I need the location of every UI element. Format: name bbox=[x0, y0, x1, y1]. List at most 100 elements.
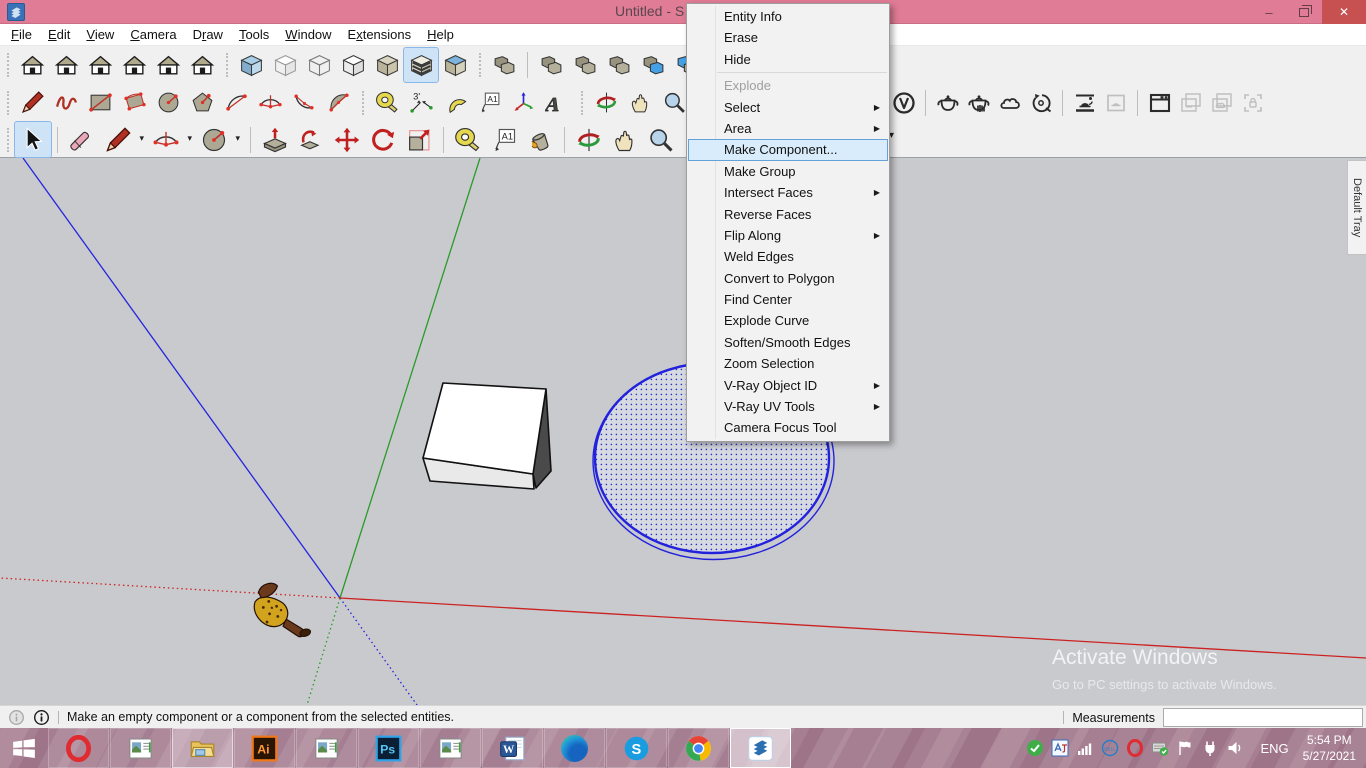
context-item-make-group[interactable]: Make Group bbox=[688, 161, 888, 182]
context-item-v-ray-object-id[interactable]: V-Ray Object ID▶ bbox=[688, 375, 888, 396]
context-item-make-component[interactable]: Make Component... bbox=[688, 139, 888, 160]
follow-me-tool-icon[interactable] bbox=[293, 122, 329, 157]
context-item-erase[interactable]: Erase bbox=[688, 27, 888, 48]
ime-language-icon[interactable] bbox=[1051, 739, 1069, 757]
pie-tool-icon[interactable] bbox=[321, 86, 355, 120]
solid-trim-icon[interactable] bbox=[636, 48, 670, 82]
taskbar-chrome[interactable] bbox=[668, 728, 729, 768]
context-item-explode[interactable]: Explode bbox=[688, 75, 888, 96]
vray-interactive-render-icon[interactable] bbox=[963, 86, 994, 120]
taskbar-illustrator[interactable]: Ai bbox=[234, 728, 295, 768]
measurements-input[interactable] bbox=[1163, 708, 1363, 727]
context-item-camera-focus-tool[interactable]: Camera Focus Tool bbox=[688, 417, 888, 438]
restore-button[interactable] bbox=[1286, 0, 1322, 24]
solid-subtract-icon[interactable] bbox=[602, 48, 636, 82]
vray-viewport-render-icon[interactable] bbox=[1069, 86, 1100, 120]
context-item-soften-smooth-edges[interactable]: Soften/Smooth Edges bbox=[688, 332, 888, 353]
taskbar-sketchup[interactable] bbox=[730, 728, 791, 768]
freehand-tool-icon[interactable] bbox=[49, 86, 83, 120]
zoom-tool-2-icon[interactable] bbox=[643, 122, 679, 157]
taskbar-edge[interactable] bbox=[544, 728, 605, 768]
select-tool-icon[interactable] bbox=[15, 122, 51, 157]
view-top-icon[interactable] bbox=[49, 48, 83, 82]
style-hidden-line-icon[interactable] bbox=[336, 48, 370, 82]
dell-support-icon[interactable]: DELL bbox=[1101, 739, 1119, 757]
context-item-hide[interactable]: Hide bbox=[688, 49, 888, 70]
taskbar-word[interactable]: W bbox=[482, 728, 543, 768]
context-item-flip-along[interactable]: Flip Along▶ bbox=[688, 225, 888, 246]
toolbar-grip[interactable] bbox=[7, 128, 9, 152]
style-shaded-icon[interactable] bbox=[370, 48, 404, 82]
arc-tools-menu-icon[interactable]: ▾ bbox=[148, 122, 184, 157]
3d-text-tool-icon[interactable] bbox=[540, 86, 574, 120]
rotate-tool-icon[interactable] bbox=[365, 122, 401, 157]
menu-edit[interactable]: Edit bbox=[40, 24, 78, 46]
orbit-tool-2-icon[interactable] bbox=[571, 122, 607, 157]
default-tray-tab[interactable]: Default Tray bbox=[1347, 160, 1366, 255]
solid-outer-shell-icon[interactable] bbox=[487, 48, 521, 82]
taskbar-opera[interactable] bbox=[48, 728, 109, 768]
credits-info-icon[interactable] bbox=[33, 709, 50, 726]
context-item-zoom-selection[interactable]: Zoom Selection bbox=[688, 353, 888, 374]
context-item-entity-info[interactable]: Entity Info bbox=[688, 6, 888, 27]
view-iso-icon[interactable] bbox=[15, 48, 49, 82]
vray-batch-render-icon[interactable] bbox=[1025, 86, 1056, 120]
taskbar-app-window-2[interactable] bbox=[296, 728, 357, 768]
close-button[interactable]: ✕ bbox=[1322, 0, 1366, 24]
menu-tools[interactable]: Tools bbox=[231, 24, 277, 46]
view-left-icon[interactable] bbox=[185, 48, 219, 82]
context-item-v-ray-uv-tools[interactable]: V-Ray UV Tools▶ bbox=[688, 396, 888, 417]
tape-measure-tool-2-icon[interactable] bbox=[450, 122, 486, 157]
power-plug-icon[interactable] bbox=[1201, 739, 1219, 757]
antivirus-check-icon[interactable] bbox=[1026, 739, 1044, 757]
axes-tool-icon[interactable] bbox=[506, 86, 540, 120]
solid-intersect-icon[interactable] bbox=[534, 48, 568, 82]
toolbar-grip[interactable] bbox=[226, 53, 228, 77]
menu-draw[interactable]: Draw bbox=[185, 24, 231, 46]
context-item-convert-to-polygon[interactable]: Convert to Polygon bbox=[688, 268, 888, 289]
taskbar-photoshop[interactable]: Ps bbox=[358, 728, 419, 768]
taskbar-app-window-1[interactable] bbox=[110, 728, 171, 768]
style-shaded-textures-icon[interactable] bbox=[404, 48, 438, 82]
scale-tool-icon[interactable] bbox=[401, 122, 437, 157]
vray-render-last-icon[interactable] bbox=[1175, 86, 1206, 120]
toolbar-grip[interactable] bbox=[7, 53, 9, 77]
toolbar-grip[interactable] bbox=[362, 91, 364, 115]
vray-asset-editor-icon[interactable] bbox=[1144, 86, 1175, 120]
orbit-tool-icon[interactable] bbox=[589, 86, 623, 120]
context-item-find-center[interactable]: Find Center bbox=[688, 289, 888, 310]
polygon-tool-icon[interactable] bbox=[185, 86, 219, 120]
three-point-arc-tool-icon[interactable] bbox=[287, 86, 321, 120]
context-item-select[interactable]: Select▶ bbox=[688, 97, 888, 118]
toolbar-grip[interactable] bbox=[479, 53, 481, 77]
two-point-arc-tool-icon[interactable] bbox=[253, 86, 287, 120]
start-button[interactable] bbox=[10, 735, 38, 761]
menu-help[interactable]: Help bbox=[419, 24, 462, 46]
menu-window[interactable]: Window bbox=[277, 24, 339, 46]
flag-action-center-icon[interactable] bbox=[1176, 739, 1194, 757]
dropdown-arrow-icon[interactable]: ▾ bbox=[235, 133, 240, 144]
text-tool-icon[interactable] bbox=[472, 86, 506, 120]
taskbar-app-window-3[interactable] bbox=[420, 728, 481, 768]
updates-check-icon[interactable] bbox=[1151, 739, 1169, 757]
eraser-tool-icon[interactable] bbox=[64, 122, 100, 157]
vray-render-icon[interactable] bbox=[932, 86, 963, 120]
vray-viewport-render-region-icon[interactable] bbox=[1100, 86, 1131, 120]
volume-icon[interactable] bbox=[1226, 739, 1244, 757]
chaos-cloud-render-icon[interactable] bbox=[994, 86, 1025, 120]
signal-bars-icon[interactable] bbox=[1076, 739, 1094, 757]
taskbar-skype[interactable]: S bbox=[606, 728, 667, 768]
language-indicator[interactable]: ENG bbox=[1260, 741, 1288, 756]
style-xray-icon[interactable] bbox=[234, 48, 268, 82]
view-back-icon[interactable] bbox=[151, 48, 185, 82]
circle-tool-icon[interactable] bbox=[151, 86, 185, 120]
menu-view[interactable]: View bbox=[78, 24, 122, 46]
menu-extensions[interactable]: Extensions bbox=[340, 24, 420, 46]
context-item-explode-curve[interactable]: Explode Curve bbox=[688, 310, 888, 331]
style-monochrome-icon[interactable] bbox=[438, 48, 472, 82]
vray-lock-camera-icon[interactable] bbox=[1237, 86, 1268, 120]
text-tool-2-icon[interactable] bbox=[486, 122, 522, 157]
taskbar-file-explorer[interactable] bbox=[172, 728, 233, 768]
minimize-button[interactable]: – bbox=[1252, 0, 1286, 24]
menu-file[interactable]: File bbox=[3, 24, 40, 46]
